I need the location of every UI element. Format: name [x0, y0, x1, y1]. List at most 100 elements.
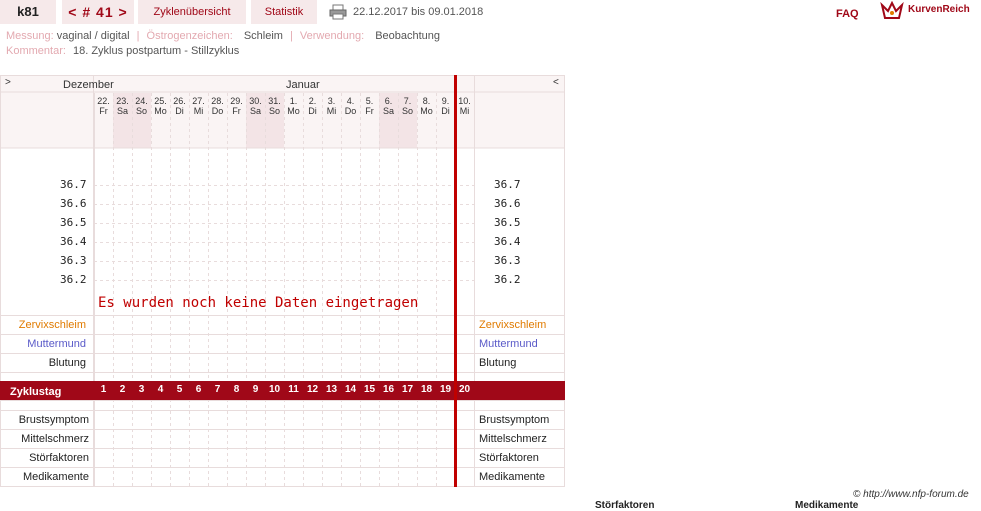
tab-cycle-overview[interactable]: Zyklenübersicht — [138, 0, 246, 24]
row-label-muttermund: Muttermund — [479, 338, 538, 350]
cycle-day-number: 1 — [100, 384, 107, 395]
day-date: 5. — [365, 96, 374, 106]
day-header[interactable]: 4. Do — [341, 96, 360, 116]
row-label-mittelschmerz: Mittelschmerz — [21, 433, 89, 445]
row-label-medikamente: Medikamente — [479, 471, 546, 483]
day-header[interactable]: 25. Mo — [151, 96, 170, 116]
day-weekday: Di — [308, 106, 317, 116]
temp-label-left: 36.3 — [60, 254, 87, 267]
day-header[interactable]: 2. Di — [303, 96, 322, 116]
day-header[interactable]: 28. Do — [208, 96, 227, 116]
day-header[interactable]: 1. Mo — [284, 96, 303, 116]
temp-label-right: 36.2 — [494, 273, 521, 286]
cycle-day-number: 5 — [176, 384, 183, 395]
copyright-footer: © http://www.nfp-forum.de — [853, 489, 969, 500]
day-header[interactable]: 10. Mi — [455, 96, 474, 116]
cycle-selector[interactable]: < # 41 > — [62, 0, 134, 24]
day-header[interactable]: 5. Fr — [360, 96, 379, 116]
day-date: 3. — [327, 96, 336, 106]
no-data-message: Es wurden noch keine Daten eingetragen — [98, 295, 419, 311]
verwendung-value: Beobachtung — [375, 30, 441, 42]
day-weekday: Fr — [99, 106, 108, 116]
day-header[interactable]: 24. So — [132, 96, 151, 116]
oestrogen-label: Östrogenzeichen: — [146, 30, 233, 42]
temp-label-left: 36.4 — [60, 235, 87, 248]
day-date: 30. — [249, 96, 262, 106]
day-date: 27. — [192, 96, 205, 106]
measurement-info: Messung: vaginal / digital | Östrogenzei… — [6, 30, 441, 42]
day-date: 23. — [116, 96, 129, 106]
kurvenreich-logo-icon[interactable] — [880, 1, 904, 21]
temp-label-left: 36.2 — [60, 273, 87, 286]
day-header[interactable]: 23. Sa — [113, 96, 132, 116]
messung-label: Messung: — [6, 30, 54, 42]
row-label-brustsymptom: Brustsymptom — [18, 414, 89, 426]
day-weekday: Do — [344, 106, 357, 116]
row-label-mittelschmerz: Mittelschmerz — [479, 433, 547, 445]
nav-next-button[interactable]: < — [553, 77, 559, 88]
day-weekday: So — [135, 106, 147, 116]
day-header[interactable]: 7. So — [398, 96, 417, 116]
day-date: 26. — [173, 96, 186, 106]
day-weekday: So — [268, 106, 280, 116]
day-weekday: Di — [441, 106, 450, 116]
day-header[interactable]: 9. Di — [436, 96, 455, 116]
row-label-muttermund: Muttermund — [27, 338, 86, 350]
day-header[interactable]: 27. Mi — [189, 96, 208, 116]
day-weekday: Sa — [382, 106, 394, 116]
temp-label-right: 36.3 — [494, 254, 521, 267]
month-january: Januar — [286, 79, 320, 91]
day-header[interactable]: 29. Fr — [227, 96, 246, 116]
row-label-zervixschleim: Zervixschleim — [479, 319, 547, 331]
cycle-chart: > < Dezember Januar 22. Fr 23. Sa 24. So 25. Mo… — [0, 75, 565, 487]
day-header[interactable]: 22. Fr — [94, 96, 113, 116]
verwendung-label: Verwendung: — [299, 30, 365, 42]
day-date: 9. — [441, 96, 450, 106]
tab-statistics[interactable]: Statistik — [251, 0, 317, 24]
cycle-day-number: 10 — [268, 384, 281, 395]
kommentar-label: Kommentar: — [6, 45, 66, 57]
temp-label-right: 36.6 — [494, 197, 521, 210]
day-header[interactable]: 31. So — [265, 96, 284, 116]
row-label-zervixschleim: Zervixschleim — [18, 319, 86, 331]
month-december: Dezember — [63, 79, 114, 91]
day-header[interactable]: 3. Mi — [322, 96, 341, 116]
row-label-blutung: Blutung — [48, 357, 86, 369]
row-label-störfaktoren: Störfaktoren — [29, 452, 89, 464]
day-weekday: Sa — [249, 106, 261, 116]
nav-prev-button[interactable]: > — [5, 77, 11, 88]
day-date: 31. — [268, 96, 281, 106]
day-date: 1. — [289, 96, 298, 106]
printer-icon[interactable] — [329, 4, 347, 20]
day-date: 24. — [135, 96, 148, 106]
cycle-day-number: 7 — [214, 384, 221, 395]
today-marker — [454, 75, 457, 487]
oestrogen-value: Schleim — [243, 30, 283, 42]
faq-link[interactable]: FAQ — [836, 8, 859, 20]
day-weekday: Fr — [365, 106, 374, 116]
cycle-day-number: 11 — [288, 384, 299, 395]
day-header[interactable]: 30. Sa — [246, 96, 265, 116]
user-tab[interactable]: k81 — [0, 0, 56, 24]
day-date: 6. — [384, 96, 393, 106]
cycle-day-number: 12 — [306, 384, 319, 395]
day-weekday: Mo — [154, 106, 167, 116]
day-weekday: So — [401, 106, 413, 116]
day-date: 8. — [422, 96, 431, 106]
cycle-day-number: 19 — [439, 384, 452, 395]
day-weekday: Mi — [326, 106, 337, 116]
day-header[interactable]: 6. Sa — [379, 96, 398, 116]
cycle-day-number: 6 — [195, 384, 202, 395]
day-date: 29. — [230, 96, 243, 106]
cycle-day-number: 4 — [157, 384, 164, 395]
brand-name[interactable]: KurvenReich — [908, 4, 970, 15]
day-date: 10. — [458, 96, 471, 106]
cycle-day-number: 13 — [325, 384, 338, 395]
day-header[interactable]: 26. Di — [170, 96, 189, 116]
day-date: 25. — [154, 96, 167, 106]
day-weekday: Do — [211, 106, 224, 116]
day-weekday: Sa — [116, 106, 128, 116]
day-weekday: Mo — [420, 106, 433, 116]
temp-label-left: 36.6 — [60, 197, 87, 210]
day-header[interactable]: 8. Mo — [417, 96, 436, 116]
